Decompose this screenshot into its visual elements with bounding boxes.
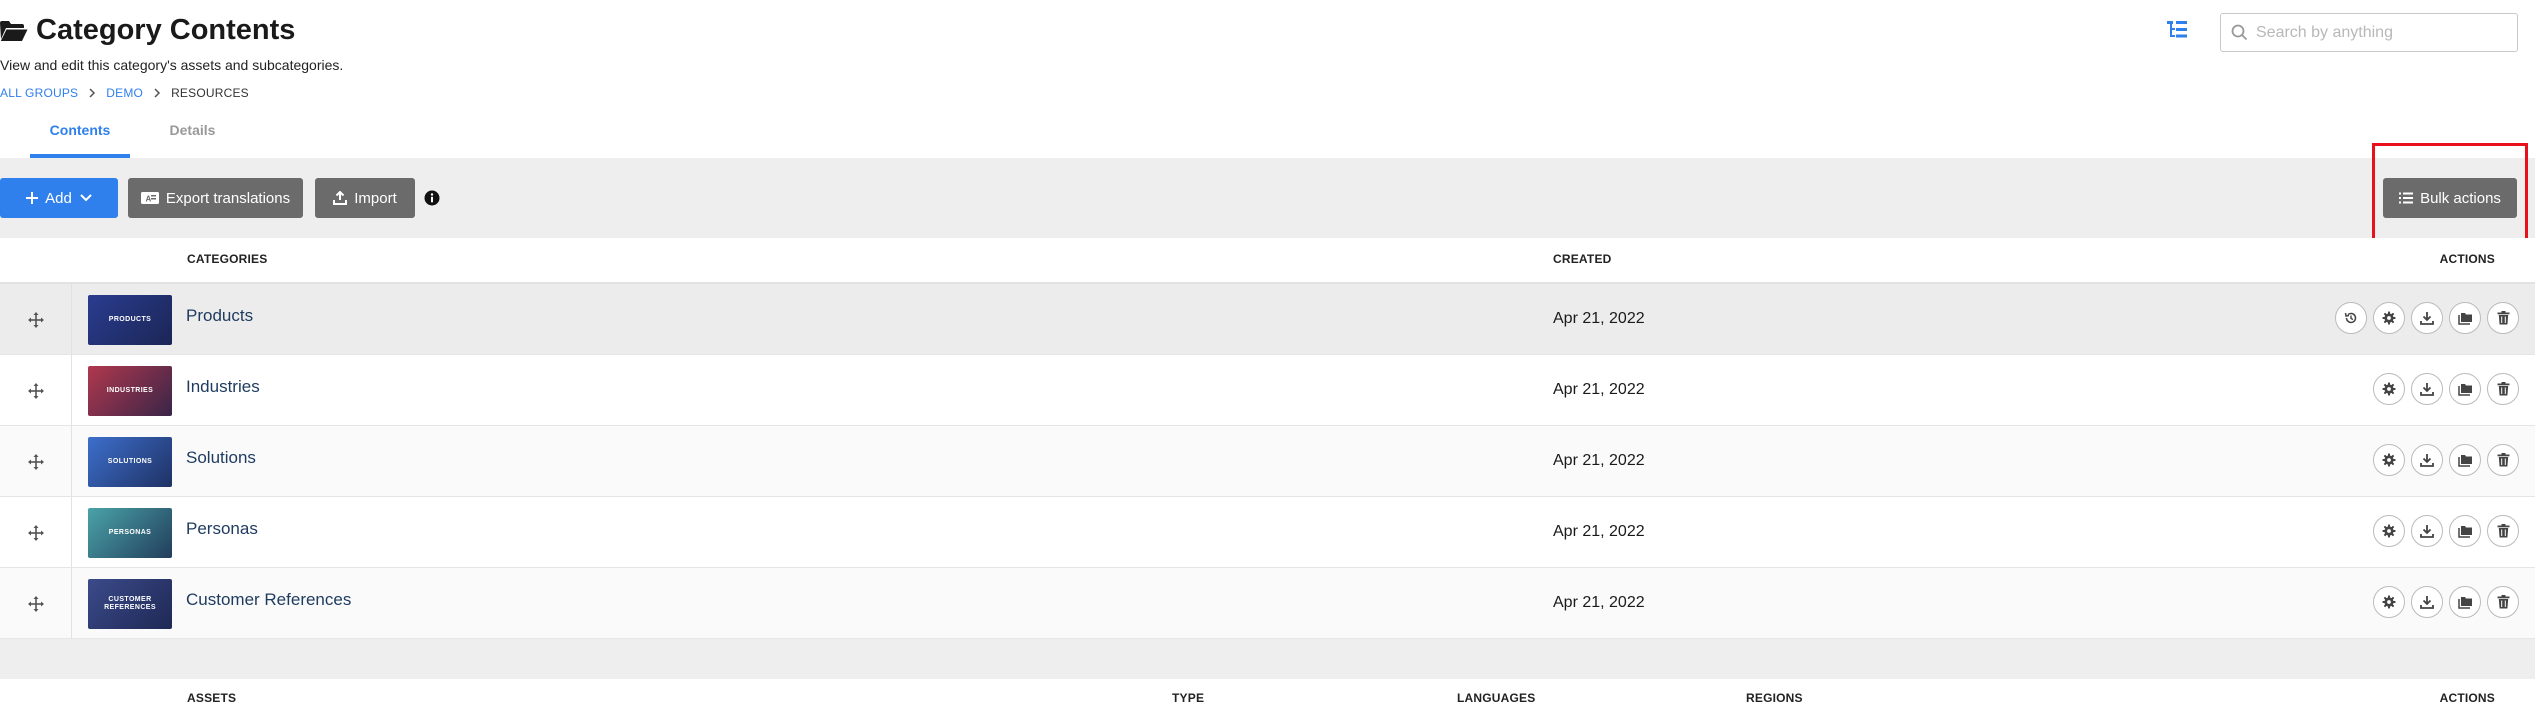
svg-text:A: A [145,195,151,204]
download-icon[interactable] [2411,302,2443,334]
search-input[interactable] [2256,23,2506,42]
folders-icon[interactable] [2449,302,2481,334]
page-subtitle: View and edit this category's assets and… [0,57,344,73]
category-thumbnail: INDUSTRIES [88,366,172,416]
categories-header: CATEGORIES CREATED ACTIONS [0,238,2535,284]
page-title: Category Contents [36,14,296,46]
chevron-down-icon [80,194,92,202]
drag-handle-icon[interactable] [0,284,72,355]
thumbnail-label: PRODUCTS [108,316,152,323]
download-icon[interactable] [2411,586,2443,618]
column-header-created: CREATED [1553,252,1612,266]
drag-handle-icon[interactable] [0,497,72,568]
row-actions [2373,586,2519,618]
upload-icon [333,191,348,205]
trash-icon[interactable] [2487,302,2519,334]
category-name-link[interactable]: Customer References [186,590,351,610]
column-header-type: TYPE [1172,691,1205,705]
plus-icon [26,192,39,204]
title-row: Category Contents [0,14,295,47]
folder-open-icon [0,20,28,41]
breadcrumb-resources: RESOURCES [171,86,249,100]
category-name-link[interactable]: Industries [186,377,260,397]
drag-handle-icon[interactable] [0,355,72,426]
category-name-link[interactable]: Products [186,306,253,326]
column-header-assets: ASSETS [187,691,237,705]
breadcrumb-all-groups[interactable]: ALL GROUPS [0,86,78,100]
tree-view-icon[interactable] [2165,18,2189,42]
thumbnail-label: INDUSTRIES [106,387,154,394]
search-box [2220,13,2518,52]
column-header-languages: LANGUAGES [1457,691,1536,705]
table-row[interactable]: SOLUTIONS Solutions Apr 21, 2022 [0,426,2535,497]
gear-icon[interactable] [2373,515,2405,547]
import-button-label: Import [354,189,397,207]
table-row[interactable]: INDUSTRIES Industries Apr 21, 2022 [0,355,2535,426]
trash-icon[interactable] [2487,444,2519,476]
tab-details[interactable]: Details [150,112,235,158]
assets-header: ASSETS TYPE LANGUAGES REGIONS ACTIONS [0,679,2535,705]
breadcrumb-demo[interactable]: DEMO [106,86,143,100]
trash-icon[interactable] [2487,373,2519,405]
page-header: Category Contents View and edit this cat… [0,0,2535,158]
add-button[interactable]: Add [0,178,118,218]
gear-icon[interactable] [2373,444,2405,476]
row-actions [2373,373,2519,405]
table-row[interactable]: PERSONAS Personas Apr 21, 2022 [0,497,2535,568]
category-thumbnail: PRODUCTS [88,295,172,345]
gear-icon[interactable] [2373,586,2405,618]
folders-icon[interactable] [2449,515,2481,547]
add-button-label: Add [45,189,72,207]
table-row[interactable]: CUSTOMER REFERENCES Customer References Ap… [0,568,2535,639]
info-icon[interactable] [424,190,440,206]
chevron-right-icon [78,88,106,98]
export-translations-button[interactable]: A Export translations [128,178,303,218]
drag-handle-icon[interactable] [0,568,72,639]
created-date: Apr 21, 2022 [1553,594,1645,611]
trash-icon[interactable] [2487,586,2519,618]
category-name-link[interactable]: Solutions [186,448,256,468]
created-date: Apr 21, 2022 [1553,310,1645,327]
row-actions [2335,302,2519,334]
folders-icon[interactable] [2449,444,2481,476]
gear-icon[interactable] [2373,302,2405,334]
import-button[interactable]: Import [315,178,415,218]
breadcrumb: ALL GROUPS DEMO RESOURCES [0,86,249,100]
column-header-actions: ACTIONS [2439,252,2495,266]
section-divider [0,639,2535,679]
chevron-right-icon [143,88,171,98]
drag-handle-icon[interactable] [0,426,72,497]
tab-contents[interactable]: Contents [30,112,130,158]
table-row[interactable]: PRODUCTS Products Apr 21, 2022 [0,284,2535,355]
category-thumbnail: PERSONAS [88,508,172,558]
row-actions [2373,444,2519,476]
folders-icon[interactable] [2449,586,2481,618]
column-header-regions: REGIONS [1746,691,1803,705]
column-header-actions: ACTIONS [2439,691,2495,705]
column-header-categories: CATEGORIES [187,252,268,266]
folders-icon[interactable] [2449,373,2481,405]
created-date: Apr 21, 2022 [1553,381,1645,398]
export-translations-label: Export translations [165,189,291,207]
created-date: Apr 21, 2022 [1553,523,1645,540]
toolbar: Add A Export translations Import Bulk ac… [0,158,2535,238]
trash-icon[interactable] [2487,515,2519,547]
history-icon[interactable] [2335,302,2367,334]
thumbnail-label: CUSTOMER REFERENCES [104,596,156,611]
thumbnail-label: SOLUTIONS [107,458,153,465]
gear-icon[interactable] [2373,373,2405,405]
thumbnail-label: PERSONAS [108,529,152,536]
download-icon[interactable] [2411,373,2443,405]
category-name-link[interactable]: Personas [186,519,258,539]
download-icon[interactable] [2411,444,2443,476]
download-icon[interactable] [2411,515,2443,547]
created-date: Apr 21, 2022 [1553,452,1645,469]
row-actions [2373,515,2519,547]
language-icon: A [140,192,159,204]
search-icon [2231,24,2248,41]
category-thumbnail: SOLUTIONS [88,437,172,487]
category-thumbnail: CUSTOMER REFERENCES [88,579,172,629]
